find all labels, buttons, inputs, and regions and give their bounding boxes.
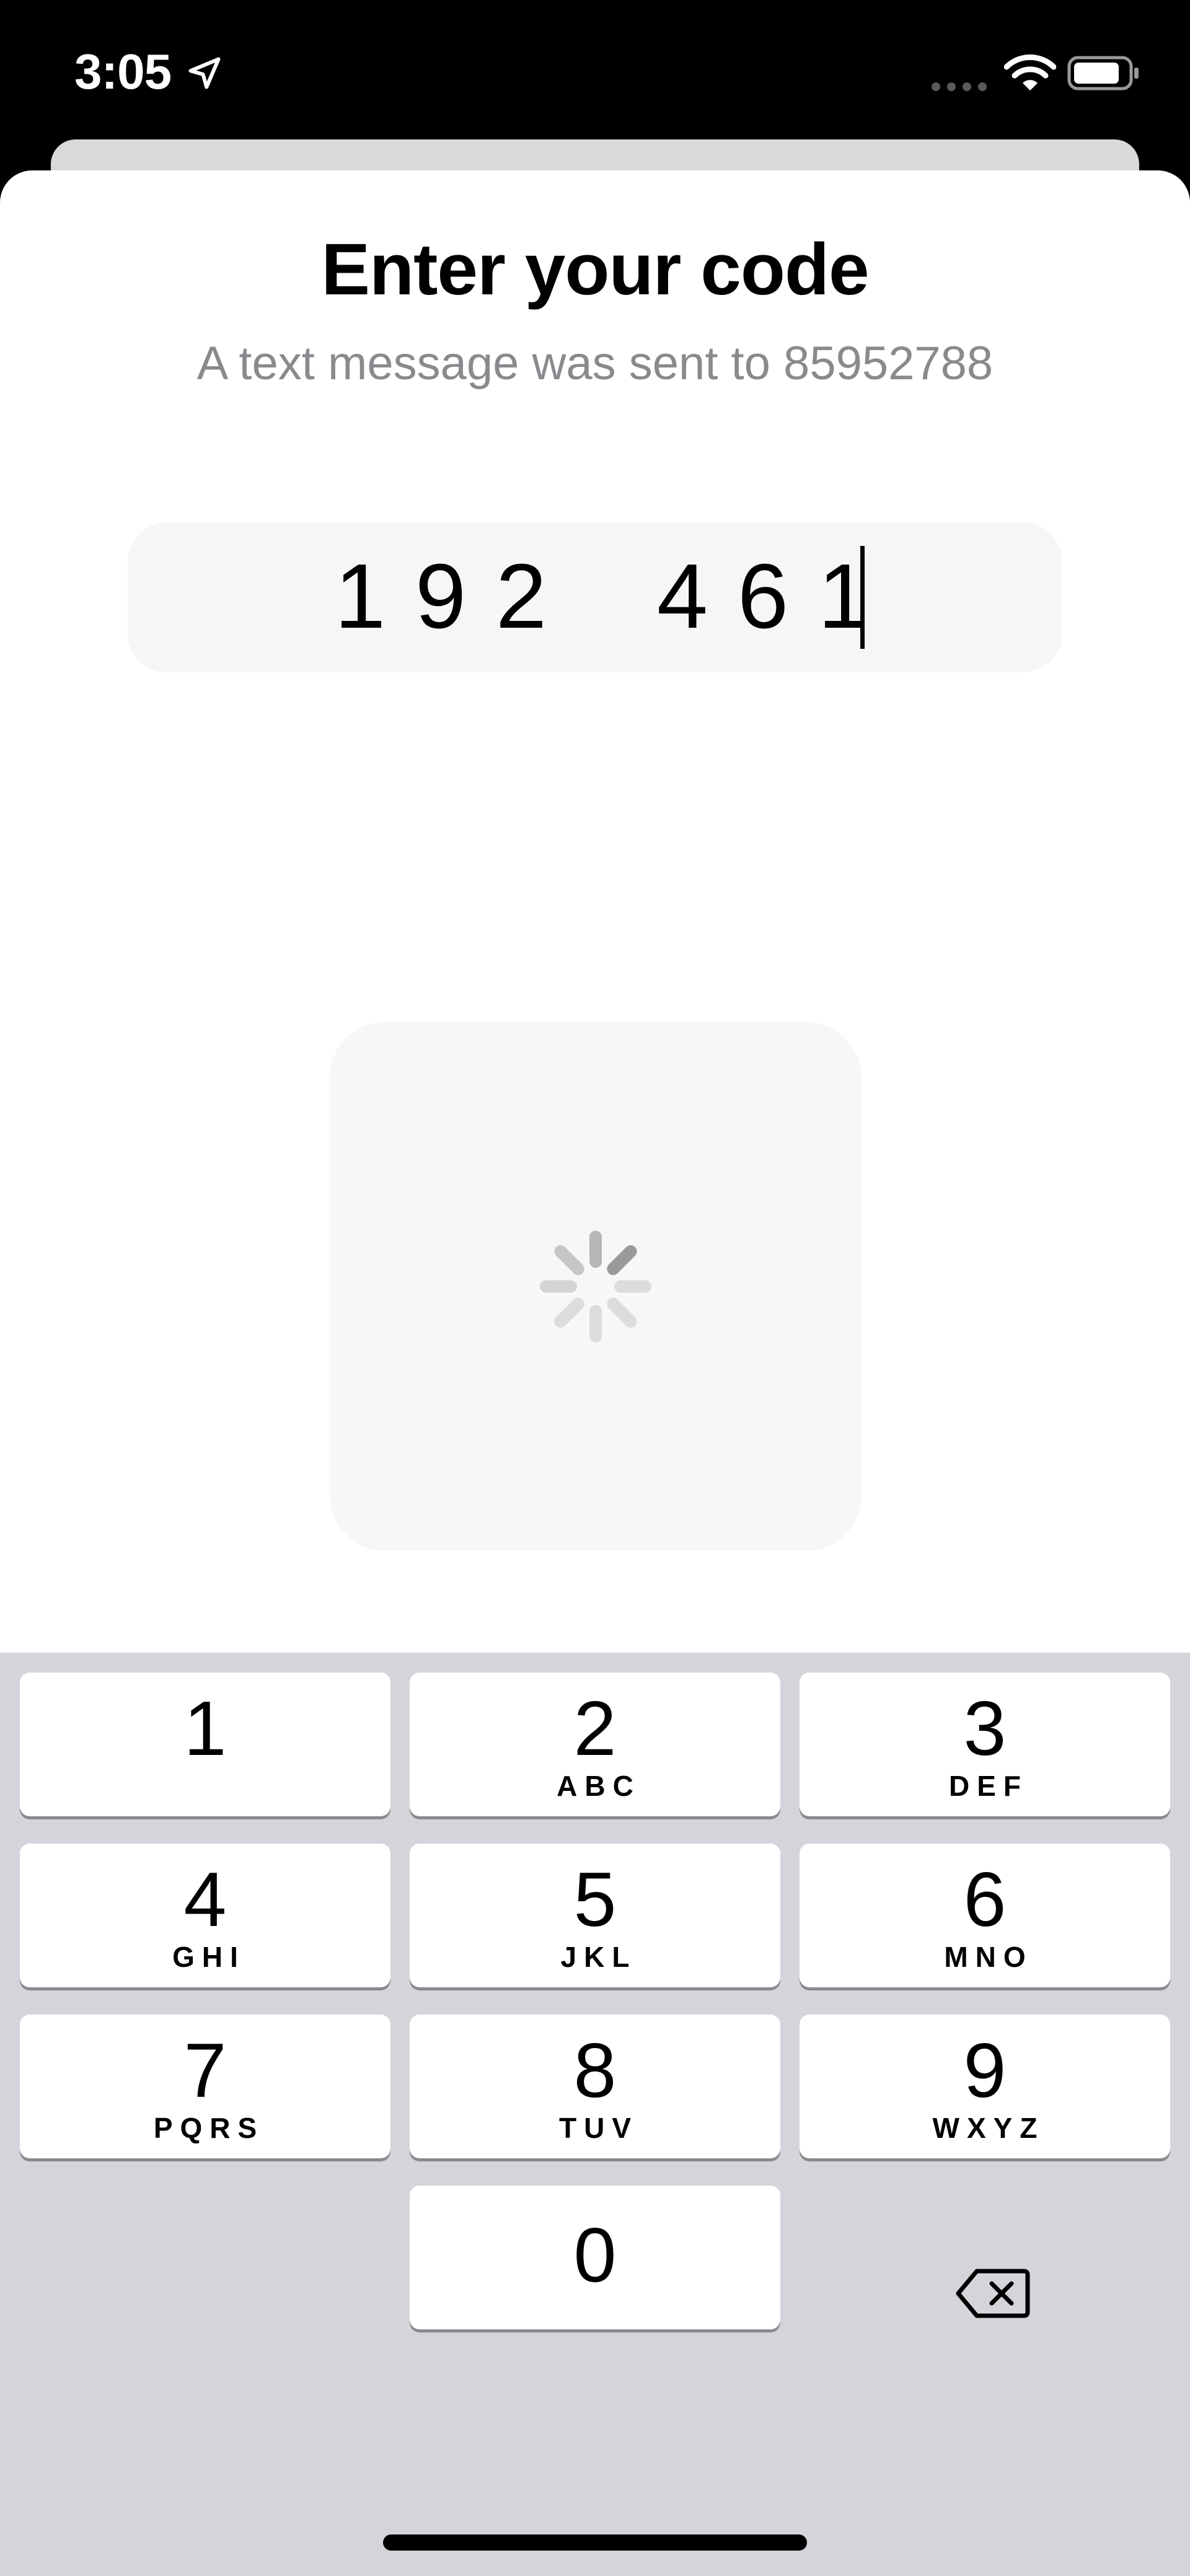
key-letters: PQRS: [153, 2112, 265, 2144]
key-7[interactable]: 7 PQRS: [20, 2015, 390, 2158]
key-4[interactable]: 4 GHI: [20, 1844, 390, 1987]
wifi-icon: [1004, 54, 1056, 90]
code-digit: 4: [656, 545, 708, 648]
key-number: 8: [573, 2028, 617, 2114]
key-1[interactable]: 1: [20, 1673, 390, 1816]
cellular-signal-icon: [932, 82, 987, 91]
status-time: 3:05: [74, 44, 172, 99]
key-5[interactable]: 5 JKL: [410, 1844, 780, 1987]
code-digit: 1: [334, 545, 386, 648]
key-2[interactable]: 2 ABC: [410, 1673, 780, 1816]
code-digit: 9: [415, 545, 467, 648]
key-letters: GHI: [172, 1941, 245, 1973]
code-group-second: 4 6 1: [642, 547, 884, 646]
battery-icon: [1067, 56, 1139, 90]
key-letters: TUV: [559, 2112, 638, 2144]
text-caret: [860, 546, 865, 649]
delete-button[interactable]: [800, 2227, 1170, 2370]
key-letters: MNO: [944, 1941, 1033, 1973]
code-digit: 6: [737, 545, 789, 648]
code-digit: 1: [818, 545, 870, 648]
code-group-first: 1 9 2: [320, 547, 562, 646]
key-number: 5: [573, 1857, 617, 1943]
code-digit: 2: [495, 545, 547, 648]
key-letters: DEF: [949, 1770, 1028, 1802]
key-letters: WXYZ: [932, 2112, 1045, 2144]
key-number: 4: [183, 1857, 227, 1943]
key-number: 1: [183, 1686, 227, 1772]
verification-code-input[interactable]: 1 9 2 4 6 1: [128, 522, 1062, 672]
key-0[interactable]: 0: [410, 2186, 780, 2329]
key-3[interactable]: 3 DEF: [800, 1673, 1170, 1816]
backspace-icon: [956, 2269, 1030, 2318]
key-9[interactable]: 9 WXYZ: [800, 2015, 1170, 2158]
loading-overlay: [330, 1022, 862, 1551]
key-6[interactable]: 6 MNO: [800, 1844, 1170, 1987]
key-number: 6: [963, 1857, 1007, 1943]
numeric-keypad: 1 2 ABC 3 DEF 4 GHI 5 JKL 6 MNO 7 PQRS 8…: [0, 1653, 1190, 2576]
status-bar: 3:05: [0, 0, 1190, 143]
key-number: 7: [183, 2028, 227, 2114]
key-number: 9: [963, 2028, 1007, 2114]
key-letters: ABC: [557, 1770, 641, 1802]
page-subtitle: A text message was sent to 85952788: [196, 337, 994, 390]
key-number: 3: [963, 1686, 1007, 1772]
key-letters: JKL: [560, 1941, 637, 1973]
key-number: 2: [573, 1686, 617, 1772]
key-8[interactable]: 8 TUV: [410, 2015, 780, 2158]
key-number: 0: [573, 2213, 617, 2298]
home-indicator[interactable]: [383, 2534, 807, 2551]
page-title: Enter your code: [321, 229, 869, 310]
location-arrow-icon: [188, 57, 221, 89]
loading-spinner-icon: [540, 1231, 651, 1342]
